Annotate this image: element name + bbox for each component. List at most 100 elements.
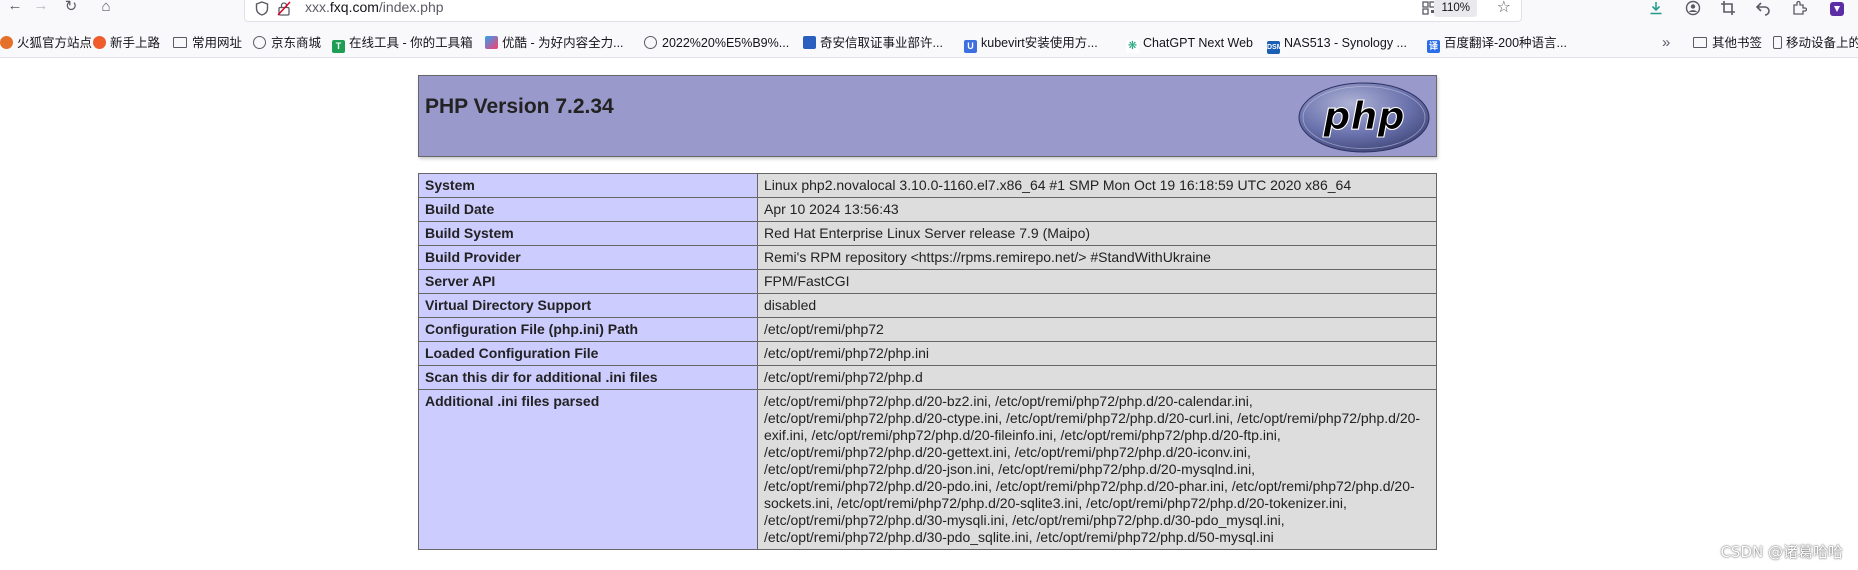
table-value-cell: /etc/opt/remi/php72/php.d — [757, 365, 1437, 390]
mobile-bookmarks[interactable]: 移动设备上的 — [1773, 32, 1858, 54]
table-value-cell: /etc/opt/remi/php72/php.d/20-bz2.ini, /e… — [757, 389, 1437, 550]
bookmark-item[interactable]: 优酷 - 为好内容全力... — [485, 32, 624, 54]
reload-icon[interactable]: ↻ — [58, 0, 84, 18]
url-text[interactable]: xxx.fxq.com/index.php — [305, 0, 444, 15]
bookmark-item[interactable]: 常用网址 — [173, 32, 242, 54]
table-key-cell: Build Provider — [418, 245, 758, 270]
tool-icon: T — [332, 40, 345, 53]
bookmark-label: kubevirt安装使用方... — [981, 36, 1098, 50]
table-key-cell: Build System — [418, 221, 758, 246]
youku-icon — [485, 36, 498, 49]
qianxin-icon — [803, 36, 816, 49]
firefox-icon — [93, 36, 106, 49]
home-icon[interactable]: ⌂ — [93, 0, 119, 18]
table-key-cell: System — [418, 173, 758, 198]
account-icon[interactable] — [1682, 0, 1704, 20]
bookmark-label: 新手上路 — [110, 36, 161, 50]
bookmark-label: NAS513 - Synology ... — [1284, 36, 1407, 50]
table-row: Build System Red Hat Enterprise Linux Ser… — [418, 221, 1437, 246]
bookmark-item[interactable]: 译百度翻译-200种语言... — [1427, 32, 1567, 54]
extensions-icon[interactable] — [1788, 0, 1810, 20]
globe-icon — [644, 36, 657, 49]
php-header: PHP Version 7.2.34 php — [418, 75, 1437, 157]
folder-icon — [1693, 37, 1707, 48]
table-row: Build Date Apr 10 2024 13:56:43 — [418, 197, 1437, 222]
bookmark-item[interactable]: 新手上路 — [93, 32, 160, 54]
url-path: /index.php — [378, 0, 444, 15]
forward-icon[interactable]: → — [28, 0, 54, 17]
table-value-cell: disabled — [757, 293, 1437, 318]
back-icon[interactable]: ← — [2, 0, 28, 17]
bookmark-label: 2022%20%E5%B9%... — [662, 36, 790, 50]
table-key-cell: Build Date — [418, 197, 758, 222]
bookmark-item[interactable]: Ukubevirt安装使用方... — [964, 32, 1098, 54]
mobile-icon — [1773, 36, 1782, 49]
download-icon[interactable] — [1645, 0, 1667, 20]
url-prefix: xxx. — [305, 0, 330, 15]
table-value-cell: Linux php2.novalocal 3.10.0-1160.el7.x86… — [757, 173, 1437, 198]
bookmark-label: 优酷 - 为好内容全力... — [502, 36, 624, 50]
phpinfo-table: System Linux php2.novalocal 3.10.0-1160.e… — [418, 173, 1437, 550]
table-key-cell: Server API — [418, 269, 758, 294]
crop-icon[interactable] — [1717, 0, 1739, 20]
firefox-icon — [0, 36, 13, 49]
table-value-cell: Remi's RPM repository <https://rpms.remi… — [757, 245, 1437, 270]
other-bookmarks[interactable]: 其他书签 — [1693, 32, 1762, 54]
bookmark-label: 奇安信取证事业部许... — [820, 36, 943, 50]
table-value-cell: Red Hat Enterprise Linux Server release … — [757, 221, 1437, 246]
table-key-cell: Virtual Directory Support — [418, 293, 758, 318]
bookmark-item[interactable]: ❋ ChatGPT Next Web — [1126, 32, 1253, 54]
table-key-cell: Additional .ini files parsed — [418, 389, 758, 550]
table-row: Server API FPM/FastCGI — [418, 269, 1437, 294]
extension-purple-icon[interactable] — [1826, 0, 1848, 20]
bookmark-item[interactable]: T 在线工具 - 你的工具箱 — [332, 32, 473, 54]
table-value-cell: Apr 10 2024 13:56:43 — [757, 197, 1437, 222]
bookmark-item[interactable]: 奇安信取证事业部许... — [803, 32, 943, 54]
table-row: Loaded Configuration File/etc/opt/remi/p… — [418, 341, 1437, 366]
bookmark-label: 京东商城 — [271, 36, 322, 50]
bookmarks-bar: 火狐官方站点 新手上路 常用网址 京东商城 T 在线工具 - 你的工具箱 优酷 -… — [0, 32, 1858, 54]
table-row: Scan this dir for additional .ini files /… — [418, 365, 1437, 390]
table-row: Additional .ini files parsed/etc/opt/rem… — [418, 389, 1437, 550]
globe-icon — [253, 36, 266, 49]
bookmark-item[interactable]: DSMNAS513 - Synology ... — [1267, 32, 1407, 54]
browser-toolbar: ← → ↻ ⌂ xxx.fxq.com/index.php 110% ☆ — [0, 0, 1858, 22]
folder-icon — [173, 37, 187, 48]
table-key-cell: Loaded Configuration File — [418, 341, 758, 366]
bookmark-label: 常用网址 — [192, 36, 243, 50]
lock-icon[interactable] — [277, 1, 293, 17]
table-row: Configuration File (php.ini) Path/etc/op… — [418, 317, 1437, 342]
shield-icon[interactable] — [255, 1, 271, 17]
bookmark-label: ChatGPT Next Web — [1143, 36, 1253, 50]
u-icon: U — [964, 40, 977, 53]
table-value-cell: /etc/opt/remi/php72/php.ini — [757, 341, 1437, 366]
php-logo-text: php — [1322, 94, 1404, 138]
bookmark-item[interactable]: 京东商城 — [253, 32, 321, 54]
page-title: PHP Version 7.2.34 — [425, 95, 614, 118]
dsm-icon: DSM — [1267, 41, 1283, 54]
table-row: System Linux php2.novalocal 3.10.0-1160.e… — [418, 173, 1437, 198]
url-bar[interactable]: xxx.fxq.com/index.php 110% ☆ — [244, 0, 1522, 22]
bookmark-label: 火狐官方站点 — [17, 36, 93, 50]
star-icon[interactable]: ☆ — [1497, 0, 1511, 17]
table-value-cell: /etc/opt/remi/php72 — [757, 317, 1437, 342]
php-logo: php — [1298, 82, 1430, 153]
bookmark-label: 移动设备上的 — [1786, 36, 1858, 50]
table-key-cell: Configuration File (php.ini) Path — [418, 317, 758, 342]
table-row: Build Provider Remi's RPM repository <htt… — [418, 245, 1437, 270]
bookmark-chevron-icon[interactable]: » — [1662, 32, 1670, 54]
baidu-translate-icon: 译 — [1427, 40, 1440, 53]
table-value-cell: FPM/FastCGI — [757, 269, 1437, 294]
bookmark-label: 其他书签 — [1712, 36, 1763, 50]
table-key-cell: Scan this dir for additional .ini files — [418, 365, 758, 390]
phpinfo-page: PHP Version 7.2.34 php System Linux php2.… — [418, 75, 1437, 550]
url-host: fxq.com — [329, 0, 379, 15]
bookmark-label: 百度翻译-200种语言... — [1444, 36, 1567, 50]
bookmark-item[interactable]: 火狐官方站点 — [0, 32, 92, 54]
zoom-level-badge[interactable]: 110% — [1434, 0, 1477, 17]
watermark: CSDN @诸葛哈哈 — [1720, 543, 1843, 561]
undo-icon[interactable] — [1752, 0, 1774, 20]
chatgpt-icon: ❋ — [1126, 40, 1139, 53]
browser-chrome: ← → ↻ ⌂ xxx.fxq.com/index.php 110% ☆ 火狐官… — [0, 0, 1858, 58]
bookmark-item[interactable]: 2022%20%E5%B9%... — [644, 32, 789, 54]
